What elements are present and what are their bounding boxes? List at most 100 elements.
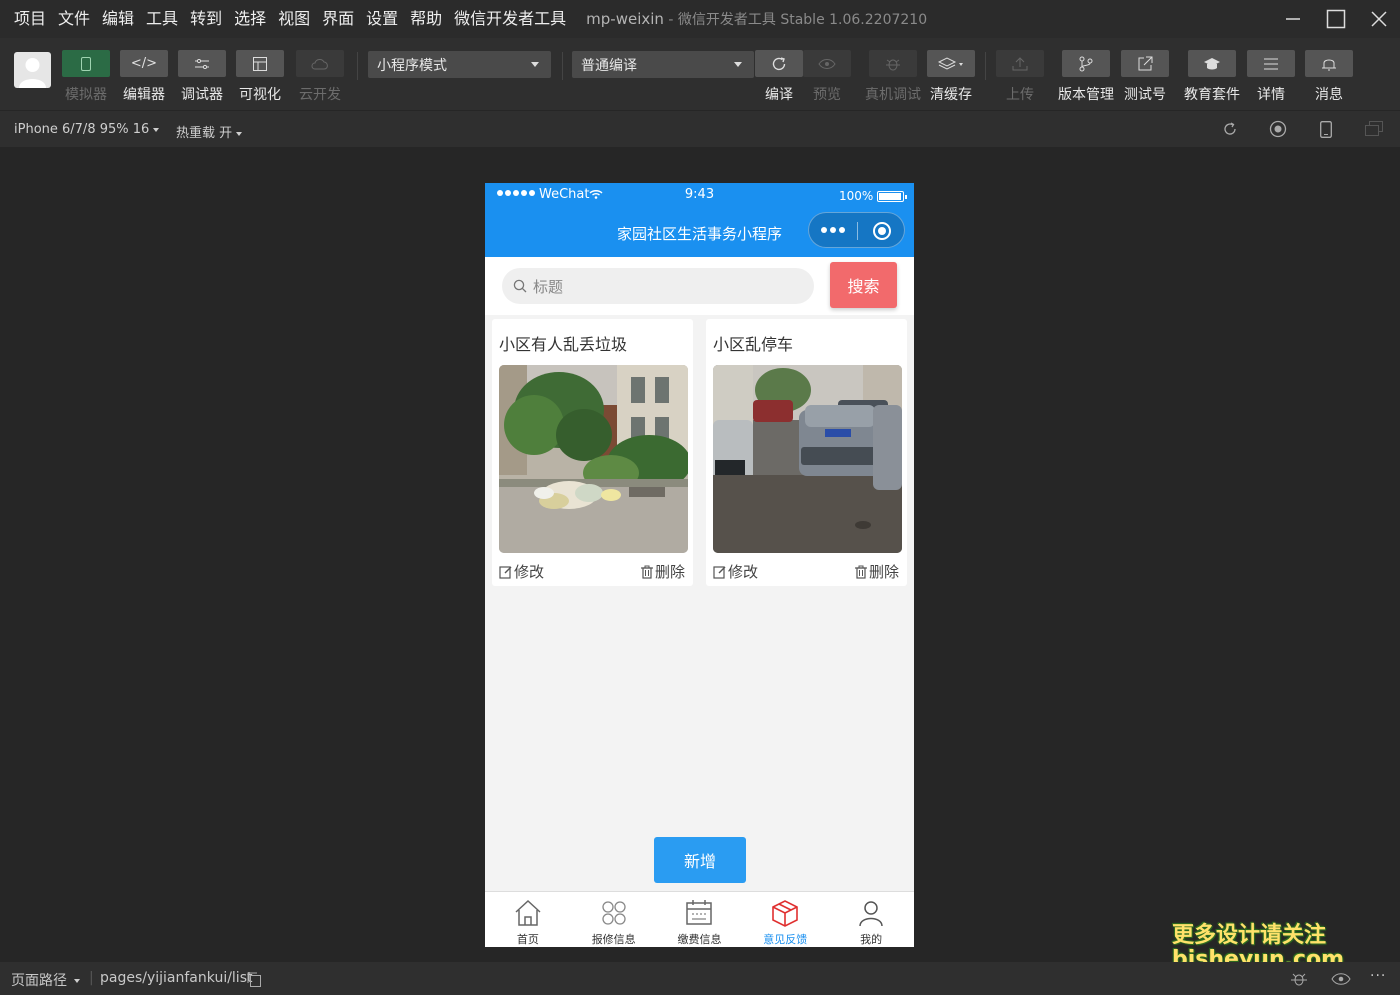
- test-account-label: 测试号: [1124, 87, 1166, 103]
- maximize-button[interactable]: [1314, 0, 1357, 38]
- education-kit-tool[interactable]: 教育套件: [1184, 50, 1240, 104]
- hot-reload-value: 热重载 开: [176, 126, 233, 141]
- more-icon[interactable]: [821, 227, 845, 233]
- menu-interface[interactable]: 界面: [316, 0, 360, 38]
- eye-icon: [803, 50, 851, 77]
- phone-icon: [62, 50, 110, 77]
- chevron-down-icon: [236, 131, 243, 136]
- menu-goto[interactable]: 转到: [184, 0, 228, 38]
- avatar[interactable]: [14, 52, 51, 88]
- remote-debug-tool[interactable]: 真机调试: [865, 50, 921, 104]
- record-icon[interactable]: [1269, 120, 1287, 138]
- close-button[interactable]: [1357, 0, 1400, 38]
- simulator-tool[interactable]: 模拟器: [62, 50, 110, 104]
- version-control-tool[interactable]: 版本管理: [1058, 50, 1114, 104]
- tab-mine[interactable]: 我的: [828, 892, 914, 947]
- tab-repair[interactable]: 报修信息: [571, 892, 657, 947]
- delete-label: 删除: [869, 563, 900, 581]
- bell-icon: [1305, 50, 1353, 77]
- minimize-button[interactable]: [1271, 0, 1314, 38]
- page-path-toggle[interactable]: 页面路径: [11, 970, 80, 990]
- compile-mode-value: 普通编译: [581, 57, 637, 74]
- clear-cache-tool[interactable]: 清缓存: [927, 50, 975, 104]
- delete-button[interactable]: 删除: [640, 561, 685, 582]
- battery-icon: [877, 191, 907, 202]
- calendar-icon: [686, 900, 713, 925]
- close-icon: [1370, 11, 1387, 27]
- edit-button[interactable]: 修改: [713, 561, 758, 582]
- feedback-card[interactable]: 小区有人乱丢垃圾 修改 删除: [492, 319, 693, 586]
- debug-sliders-icon: [178, 50, 226, 77]
- menu-file[interactable]: 文件: [52, 0, 96, 38]
- layers-icon: [927, 50, 975, 77]
- tab-repair-label: 报修信息: [591, 933, 636, 946]
- app-version: 微信开发者工具 Stable 1.06.2207210: [677, 12, 928, 28]
- tab-home[interactable]: 首页: [485, 892, 571, 947]
- window-title: mp-weixin - 微信开发者工具 Stable 1.06.2207210: [586, 9, 927, 29]
- editor-tool[interactable]: </> 编辑器: [120, 50, 168, 104]
- compile-mode-select[interactable]: 普通编译: [572, 51, 754, 78]
- debugger-tool[interactable]: 调试器: [178, 50, 226, 104]
- search-input[interactable]: 标题: [502, 268, 814, 304]
- search-button[interactable]: 搜索: [830, 262, 897, 308]
- menu-lines-icon: [1247, 50, 1295, 77]
- rotate-icon[interactable]: [1221, 120, 1239, 138]
- menu-edit[interactable]: 编辑: [96, 0, 140, 38]
- card-title: 小区乱停车: [713, 335, 794, 354]
- preview-tool[interactable]: 预览: [803, 50, 851, 104]
- branch-icon: [1062, 50, 1110, 77]
- education-kit-label: 教育套件: [1184, 87, 1240, 103]
- tab-feedback[interactable]: 意见反馈: [742, 892, 828, 947]
- add-button[interactable]: 新增: [654, 837, 746, 883]
- user-icon: [859, 901, 883, 927]
- close-miniprogram-icon[interactable]: [873, 222, 891, 240]
- hot-reload-toggle[interactable]: 热重载 开: [176, 122, 243, 141]
- edit-label: 修改: [728, 563, 759, 581]
- feedback-card[interactable]: 小区乱停车 修改 删除: [706, 319, 907, 586]
- trash-icon: [855, 565, 867, 579]
- bug-icon[interactable]: [1290, 971, 1308, 991]
- toolbar-divider: [357, 52, 358, 80]
- grid-icon: [602, 901, 626, 925]
- device-select[interactable]: iPhone 6/7/8 95% 16: [14, 122, 160, 137]
- box-icon: [772, 900, 799, 927]
- mode-select[interactable]: 小程序模式: [368, 51, 551, 78]
- eye-icon[interactable]: [1331, 973, 1351, 989]
- menu-select[interactable]: 选择: [228, 0, 272, 38]
- menu-wechat-devtools[interactable]: 微信开发者工具: [448, 0, 572, 38]
- menu-help[interactable]: 帮助: [404, 0, 448, 38]
- upload-tool[interactable]: 上传: [996, 50, 1044, 104]
- visual-tool[interactable]: 可视化: [236, 50, 284, 104]
- layout-icon: [236, 50, 284, 77]
- bug-icon: [869, 50, 917, 77]
- menu-tools[interactable]: 工具: [140, 0, 184, 38]
- card-title: 小区有人乱丢垃圾: [499, 335, 628, 354]
- edit-icon: [499, 565, 512, 579]
- cloud-dev-tool[interactable]: 云开发: [296, 50, 344, 104]
- test-account-tool[interactable]: 测试号: [1121, 50, 1169, 104]
- phone-simulator: WeChat 9:43 100% 家园社区生活事务小程序 标题 搜索 小区有人乱…: [485, 183, 914, 947]
- refresh-icon: [755, 50, 803, 77]
- chevron-down-icon: [153, 127, 160, 132]
- delete-button[interactable]: 删除: [854, 561, 899, 582]
- detach-window-icon[interactable]: [1365, 120, 1383, 138]
- title-bar: 项目 文件 编辑 工具 转到 选择 视图 界面 设置 帮助 微信开发者工具 mp…: [0, 0, 1400, 38]
- edit-button[interactable]: 修改: [499, 561, 544, 582]
- menu-project[interactable]: 项目: [8, 0, 52, 38]
- more-icon[interactable]: ···: [1370, 968, 1386, 984]
- preview-label: 预览: [813, 87, 841, 103]
- copy-icon[interactable]: [247, 972, 261, 991]
- details-label: 详情: [1257, 87, 1285, 103]
- device-frame-icon[interactable]: [1317, 120, 1335, 138]
- watermark-line1: 更多设计请关注: [1172, 923, 1327, 948]
- tab-payment[interactable]: 缴费信息: [657, 892, 743, 947]
- menu-view[interactable]: 视图: [272, 0, 316, 38]
- chevron-down-icon: [531, 62, 539, 67]
- messages-tool[interactable]: 消息: [1305, 50, 1353, 104]
- status-divider: |: [89, 970, 94, 986]
- compile-tool[interactable]: 编译: [755, 50, 803, 104]
- tab-bar: 首页 报修信息 缴费信息 意见反馈 我的: [485, 891, 914, 947]
- details-tool[interactable]: 详情: [1247, 50, 1295, 104]
- menu-settings[interactable]: 设置: [360, 0, 404, 38]
- maximize-icon: [1326, 9, 1345, 29]
